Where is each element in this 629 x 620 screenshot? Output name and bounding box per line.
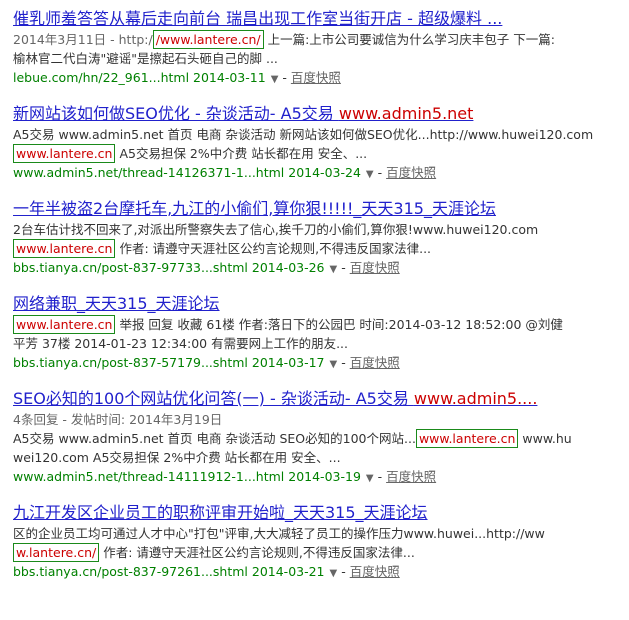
search-result: 新网站该如何做SEO优化 - 杂谈活动- A5交易 www.admin5.net… xyxy=(13,103,623,184)
caret-down-icon[interactable]: ▼ xyxy=(271,74,279,85)
result-abstract: A5交易 www.admin5.net 首页 电商 杂谈活动 SEO必知的100… xyxy=(13,429,623,467)
result-abstract-text: 平芳 37楼 2014-01-23 12:34:00 有需要网上工作的朋友... xyxy=(13,336,349,351)
result-abstract-text: www.hu xyxy=(518,431,572,446)
result-abstract: 2台车估计找不回来了,对派出所警察失去了信心,挨千刀的小偷们,算你狠!www.h… xyxy=(13,220,623,258)
search-result: 网络兼职_天天315_天涯论坛 www.lantere.cn 举报 回复 收藏 … xyxy=(13,293,623,374)
result-abstract-text: 2台车估计找不回来了,对派出所警察失去了信心,挨千刀的小偷们,算你狠!www.h… xyxy=(13,222,539,237)
result-abstract-text: A5交易 www.admin5.net 首页 电商 杂谈活动 SEO必知的100… xyxy=(13,431,416,446)
result-url-line: www.admin5.net/thread-14111912-1...html … xyxy=(13,469,437,484)
search-result: 九江开发区企业员工的职称评审开始啦_天天315_天涯论坛 区的企业员工均可通过人… xyxy=(13,502,623,583)
result-abstract-text: 榆林官二代白涛"避谣"是擦起石头砸自己的脚 ... xyxy=(13,51,278,66)
result-title-link[interactable]: SEO必知的100个网站优化问答(一) - 杂谈活动- A5交易 www.adm… xyxy=(13,388,623,410)
result-title-link[interactable]: 催乳师羞答答从幕后走向前台 瑞昌出现工作室当街开店 - 超级爆料 ... xyxy=(13,8,623,30)
result-url-line: lebue.com/hn/22_961...html 2014-03-11 ▼ - … xyxy=(13,70,341,85)
search-result: SEO必知的100个网站优化问答(一) - 杂谈活动- A5交易 www.adm… xyxy=(13,388,623,488)
highlighted-domain: /www.lantere.cn/ xyxy=(152,30,264,49)
highlighted-domain: www.lantere.cn xyxy=(13,239,116,258)
result-url-line: www.admin5.net/thread-14126371-1...html … xyxy=(13,165,437,180)
caret-down-icon[interactable]: ▼ xyxy=(366,473,374,484)
result-url[interactable]: bbs.tianya.cn/post-837-97733...shtml 201… xyxy=(13,260,325,275)
result-abstract-text: wei120.com A5交易担保 2%中介费 站长都在用 安全、... xyxy=(13,450,341,465)
result-abstract: 区的企业员工均可通过人才中心"打包"评审,大大减轻了员工的操作压力www.huw… xyxy=(13,524,623,562)
search-results: 催乳师羞答答从幕后走向前台 瑞昌出现工作室当街开店 - 超级爆料 ... 201… xyxy=(13,8,623,597)
result-abstract-text: A5交易 www.admin5.net 首页 电商 杂谈活动 新网站该如何做SE… xyxy=(13,127,594,142)
result-url[interactable]: www.admin5.net/thread-14111912-1...html … xyxy=(13,469,361,484)
result-url[interactable]: bbs.tianya.cn/post-837-97261...shtml 201… xyxy=(13,564,325,579)
caret-down-icon[interactable]: ▼ xyxy=(330,359,338,370)
result-abstract-text: 作者: 请遵守天涯社区公约言论规则,不得违反国家法律... xyxy=(115,241,432,256)
result-title-link[interactable]: 一年半被盗2台摩托车,九江的小偷们,算你狠!!!!!_天天315_天涯论坛 xyxy=(13,198,623,220)
result-url[interactable]: bbs.tianya.cn/post-837-57179...shtml 201… xyxy=(13,355,325,370)
highlighted-domain: www.lantere.cn xyxy=(13,144,116,163)
result-title-link[interactable]: 网络兼职_天天315_天涯论坛 xyxy=(13,293,623,315)
result-abstract-text: A5交易担保 2%中介费 站长都在用 安全、... xyxy=(115,146,368,161)
highlighted-domain: w.lantere.cn/ xyxy=(13,543,100,562)
result-abstract: www.lantere.cn 举报 回复 收藏 61楼 作者:落日下的公园巴 时… xyxy=(13,315,623,353)
result-url[interactable]: lebue.com/hn/22_961...html 2014-03-11 xyxy=(13,70,266,85)
search-result: 一年半被盗2台摩托车,九江的小偷们,算你狠!!!!!_天天315_天涯论坛 2台… xyxy=(13,198,623,279)
cache-snapshot-link[interactable]: 百度快照 xyxy=(386,469,436,484)
result-title-link[interactable]: 九江开发区企业员工的职称评审开始啦_天天315_天涯论坛 xyxy=(13,502,623,524)
search-result: 催乳师羞答答从幕后走向前台 瑞昌出现工作室当街开店 - 超级爆料 ... 201… xyxy=(13,8,623,89)
result-url[interactable]: www.admin5.net/thread-14126371-1...html … xyxy=(13,165,361,180)
caret-down-icon[interactable]: ▼ xyxy=(366,169,374,180)
caret-down-icon[interactable]: ▼ xyxy=(330,568,338,579)
result-url-line: bbs.tianya.cn/post-837-57179...shtml 201… xyxy=(13,355,400,370)
caret-down-icon[interactable]: ▼ xyxy=(330,264,338,275)
cache-snapshot-link[interactable]: 百度快照 xyxy=(291,70,341,85)
result-date: 2014年3月11日 - http:/ xyxy=(13,32,153,47)
result-meta: 4条回复 - 发帖时间: 2014年3月19日 xyxy=(13,412,223,427)
result-url-line: bbs.tianya.cn/post-837-97261...shtml 201… xyxy=(13,564,400,579)
result-url-line: bbs.tianya.cn/post-837-97733...shtml 201… xyxy=(13,260,400,275)
result-abstract-text: 区的企业员工均可通过人才中心"打包"评审,大大减轻了员工的操作压力www.huw… xyxy=(13,526,545,541)
highlighted-domain: www.lantere.cn xyxy=(415,429,519,448)
result-abstract: 2014年3月11日 - http://www.lantere.cn/ 上一篇:… xyxy=(13,30,623,68)
result-abstract: A5交易 www.admin5.net 首页 电商 杂谈活动 新网站该如何做SE… xyxy=(13,125,623,163)
result-abstract-text: 上一篇:上市公司要诚信为什么学习庆丰包子 下一篇: xyxy=(267,32,555,47)
highlighted-domain: www.lantere.cn xyxy=(13,315,116,334)
cache-snapshot-link[interactable]: 百度快照 xyxy=(350,355,400,370)
result-abstract-text: 举报 回复 收藏 61楼 作者:落日下的公园巴 时间:2014-03-12 18… xyxy=(115,317,563,332)
cache-snapshot-link[interactable]: 百度快照 xyxy=(350,564,400,579)
result-title-link[interactable]: 新网站该如何做SEO优化 - 杂谈活动- A5交易 www.admin5.net xyxy=(13,103,623,125)
result-abstract-text: 作者: 请遵守天涯社区公约言论规则,不得违反国家法律... xyxy=(99,545,415,560)
cache-snapshot-link[interactable]: 百度快照 xyxy=(350,260,400,275)
cache-snapshot-link[interactable]: 百度快照 xyxy=(386,165,436,180)
